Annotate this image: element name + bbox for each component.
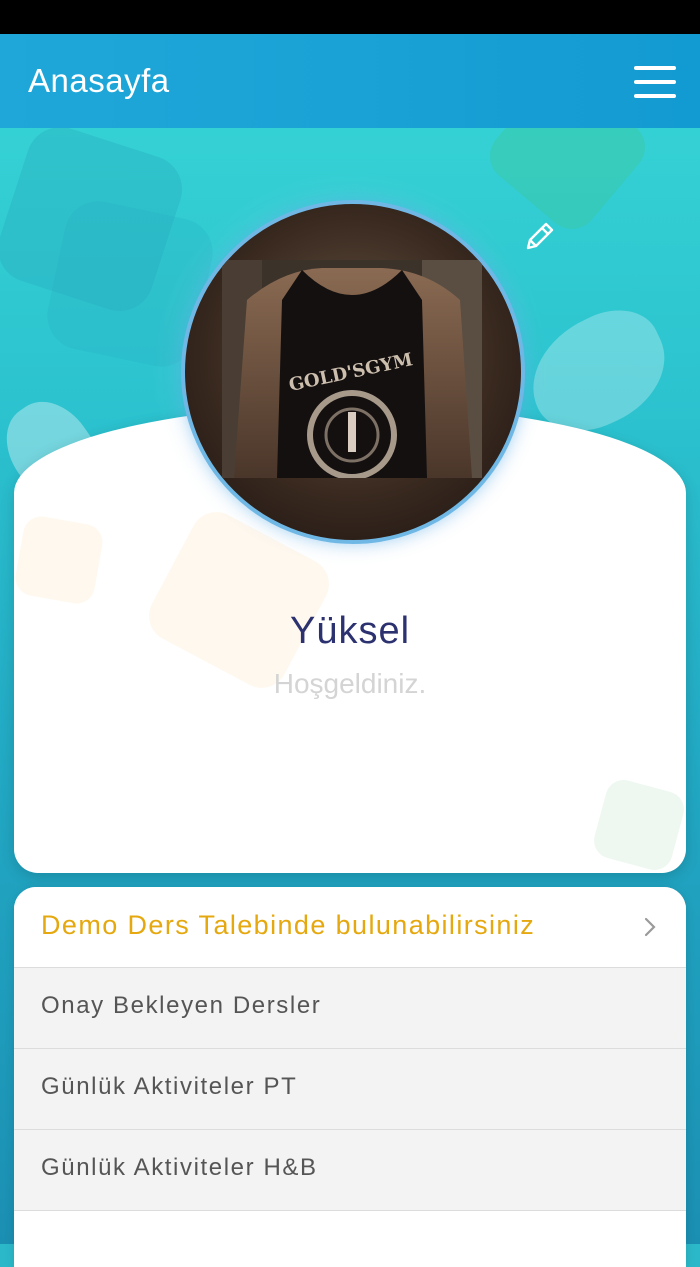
list-item-label: Onay Bekleyen Dersler: [41, 992, 322, 1019]
profile-photo: GOLD'SGYM: [222, 260, 482, 478]
page-title: Anasayfa: [28, 62, 170, 99]
list-item-label: Günlük Aktiviteler H&B: [41, 1154, 318, 1181]
user-name: Yüksel: [289, 610, 411, 652]
status-bar: [0, 0, 700, 34]
list-item-label: Günlük Aktiviteler PT: [41, 1073, 298, 1100]
welcome-text: Hoşgeldiniz.: [273, 668, 427, 699]
chevron-right-icon: [644, 917, 656, 937]
card-decoration: [590, 776, 686, 873]
list-item[interactable]: [14, 1211, 686, 1267]
list-item-daily-activities-hb[interactable]: Günlük Aktiviteler H&B: [14, 1130, 686, 1211]
app-header: Anasayfa: [0, 34, 700, 128]
card-decoration: [14, 513, 106, 607]
hamburger-menu-icon[interactable]: [632, 64, 678, 100]
pencil-icon[interactable]: [522, 220, 556, 256]
list-item-daily-activities-pt[interactable]: Günlük Aktiviteler PT: [14, 1049, 686, 1130]
list-item-pending-lessons[interactable]: Onay Bekleyen Dersler: [14, 968, 686, 1049]
list-item-label: Demo Ders Talebinde bulunabilirsiniz: [41, 910, 536, 940]
avatar[interactable]: GOLD'SGYM: [181, 200, 525, 544]
menu-list: Demo Ders Talebinde bulunabilirsiniz Ona…: [14, 887, 686, 1267]
list-item-demo-lesson[interactable]: Demo Ders Talebinde bulunabilirsiniz: [14, 887, 686, 968]
